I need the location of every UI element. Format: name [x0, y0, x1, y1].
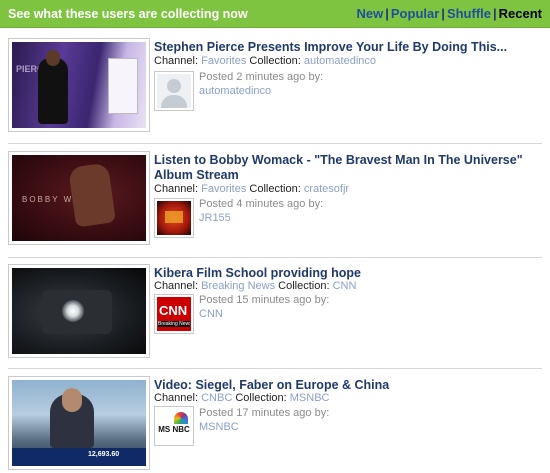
- nav-recent-link[interactable]: Recent: [499, 6, 542, 21]
- nav-separator: |: [441, 6, 445, 21]
- header-nav: New | Popular | Shuffle | Recent: [357, 6, 542, 21]
- projector-lens: [62, 300, 84, 322]
- cnn-logo-icon: CNN Breaking News: [157, 297, 191, 331]
- channel-label: Channel:: [154, 55, 199, 67]
- channel-label: Channel:: [154, 392, 199, 404]
- item-meta: Channel: Favorites Collection: automated…: [154, 55, 376, 67]
- thumbnail-image: [12, 268, 146, 354]
- collection-label: Collection:: [278, 280, 330, 292]
- album-art-icon: [157, 201, 191, 235]
- item-title-link[interactable]: Listen to Bobby Womack - "The Bravest Ma…: [154, 153, 534, 183]
- news-ticker-bar: [12, 448, 146, 466]
- user-avatar[interactable]: [154, 71, 194, 111]
- thumbnail-image: 12,693.60: [12, 380, 146, 466]
- posted-info: Posted 4 minutes ago by: JR155: [199, 197, 323, 225]
- channel-label: Channel:: [154, 280, 199, 292]
- posted-time: Posted 15 minutes ago by:: [199, 294, 330, 306]
- nav-popular-link[interactable]: Popular: [391, 6, 439, 21]
- video-thumbnail[interactable]: [8, 264, 150, 358]
- video-thumbnail[interactable]: PIERCE: [8, 38, 150, 132]
- posted-by-user-link[interactable]: JR155: [199, 211, 323, 225]
- nav-separator: |: [493, 6, 497, 21]
- hand-figure: [68, 162, 116, 228]
- channel-link[interactable]: Favorites: [201, 183, 246, 195]
- collection-label: Collection:: [249, 55, 301, 67]
- flipchart: [108, 58, 138, 114]
- user-avatar[interactable]: CNN Breaking News: [154, 294, 194, 334]
- posted-time: Posted 2 minutes ago by:: [199, 71, 324, 83]
- collection-label: Collection:: [249, 183, 301, 195]
- item-title-link[interactable]: Kibera Film School providing hope: [154, 266, 534, 281]
- video-thumbnail[interactable]: BOBBY WOMACK: [8, 151, 150, 245]
- posted-by-user-link[interactable]: CNN: [199, 307, 329, 321]
- collection-link[interactable]: automatedinco: [304, 55, 376, 67]
- item-meta: Channel: CNBC Collection: MSNBC: [154, 392, 330, 404]
- speaker-figure: [38, 58, 68, 124]
- channel-label: Channel:: [154, 183, 199, 195]
- anchor-head: [62, 388, 82, 412]
- item-divider: [8, 368, 542, 369]
- header-bar: See what these users are collecting now …: [0, 0, 550, 28]
- posted-info: Posted 2 minutes ago by: automatedinco: [199, 70, 323, 98]
- nav-shuffle-link[interactable]: Shuffle: [447, 6, 491, 21]
- user-avatar[interactable]: [154, 198, 194, 238]
- cnn-logo-text: CNN: [159, 303, 188, 318]
- msnbc-logo-text: MS NBC: [158, 425, 190, 434]
- speaker-head: [46, 50, 60, 66]
- item-meta: Channel: Favorites Collection: cratesofj…: [154, 183, 349, 195]
- peacock-icon: [174, 412, 188, 424]
- thumbnail-image: BOBBY WOMACK: [12, 155, 146, 241]
- collection-link[interactable]: cratesofjr: [304, 183, 349, 195]
- thumbnail-image: PIERCE: [12, 42, 146, 128]
- channel-link[interactable]: CNBC: [201, 392, 232, 404]
- posted-by-user-link[interactable]: MSNBC: [199, 420, 329, 434]
- collection-link[interactable]: CNN: [333, 280, 357, 292]
- posted-time: Posted 17 minutes ago by:: [199, 407, 330, 419]
- cnn-logo-subtext: Breaking News: [158, 321, 190, 327]
- posted-info: Posted 17 minutes ago by: MSNBC: [199, 406, 329, 434]
- posted-time: Posted 4 minutes ago by:: [199, 198, 324, 210]
- channel-link[interactable]: Breaking News: [201, 280, 275, 292]
- video-thumbnail[interactable]: 12,693.60: [8, 376, 150, 470]
- user-avatar[interactable]: MS NBC: [154, 406, 194, 446]
- item-title-link[interactable]: Video: Siegel, Faber on Europe & China: [154, 378, 534, 393]
- msnbc-logo-icon: MS NBC: [157, 409, 191, 443]
- ticker-value: 12,693.60: [88, 451, 120, 458]
- posted-by-user-link[interactable]: automatedinco: [199, 84, 323, 98]
- collection-link[interactable]: MSNBC: [290, 392, 330, 404]
- default-avatar-icon: [157, 74, 191, 108]
- nav-separator: |: [385, 6, 389, 21]
- collection-label: Collection:: [235, 392, 287, 404]
- item-divider: [8, 143, 542, 144]
- header-title: See what these users are collecting now: [8, 7, 248, 21]
- nav-new-link[interactable]: New: [357, 6, 384, 21]
- posted-info: Posted 15 minutes ago by: CNN: [199, 293, 329, 321]
- channel-link[interactable]: Favorites: [201, 55, 246, 67]
- item-divider: [8, 257, 542, 258]
- item-title-link[interactable]: Stephen Pierce Presents Improve Your Lif…: [154, 40, 534, 55]
- item-meta: Channel: Breaking News Collection: CNN: [154, 280, 356, 292]
